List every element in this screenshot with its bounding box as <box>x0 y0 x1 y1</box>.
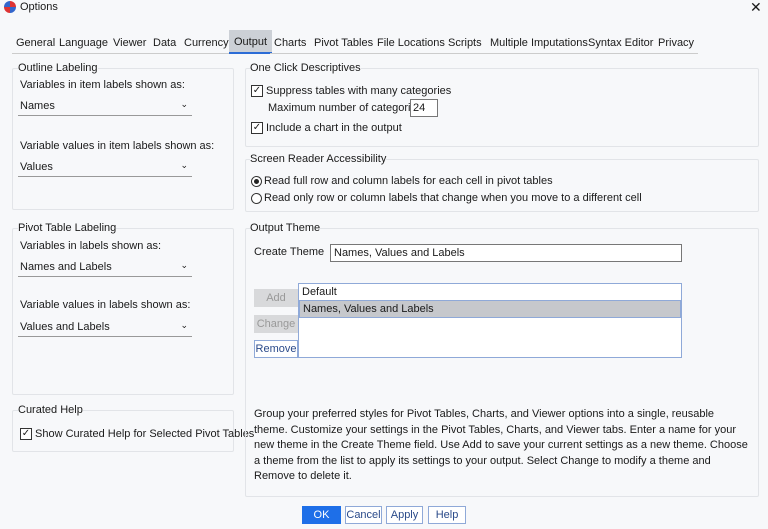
theme-description: Group your preferred styles for Pivot Ta… <box>254 408 748 482</box>
suppress-checkbox[interactable]: ✓ <box>251 85 263 97</box>
curated-help-title: Curated Help <box>18 404 83 416</box>
outline-labeling-title: Outline Labeling <box>18 62 98 74</box>
output-theme-title: Output Theme <box>250 222 321 234</box>
pivot-var-label: Variables in labels shown as: <box>20 240 162 252</box>
tab-data[interactable]: Data <box>149 36 181 54</box>
outline-var-select[interactable]: Names ⌄ <box>18 98 192 116</box>
suppress-label: Suppress tables with many categories <box>266 85 452 97</box>
screen-reader-title: Screen Reader Accessibility <box>250 153 387 165</box>
select-value: Names and Labels <box>20 261 112 273</box>
tab-currency[interactable]: Currency <box>180 36 233 54</box>
close-icon[interactable]: ✕ <box>750 0 762 16</box>
select-value: Names <box>20 100 55 112</box>
change-button[interactable]: Change <box>254 315 298 333</box>
tab-pivot-tables[interactable]: Pivot Tables <box>310 36 378 54</box>
add-button[interactable]: Add <box>254 289 298 307</box>
include-chart-label: Include a chart in the output <box>266 122 402 134</box>
pivot-val-select[interactable]: Values and Labels ⌄ <box>18 319 192 337</box>
help-button[interactable]: Help <box>428 506 466 524</box>
window-title: Options <box>20 1 58 13</box>
pivot-var-select[interactable]: Names and Labels ⌄ <box>18 259 192 277</box>
select-value: Values <box>20 161 53 173</box>
max-categories-input[interactable]: 24 <box>410 99 438 117</box>
pivot-val-label: Variable values in labels shown as: <box>20 299 191 311</box>
include-chart-checkbox[interactable]: ✓ <box>251 122 263 134</box>
tab-charts[interactable]: Charts <box>270 36 311 54</box>
app-icon <box>4 1 16 13</box>
tab-general[interactable]: General <box>12 36 60 54</box>
read-full-label: Read full row and column labels for each… <box>264 175 553 187</box>
read-only-radio[interactable] <box>251 193 262 204</box>
chevron-down-icon: ⌄ <box>180 160 188 170</box>
tab-file-locations[interactable]: File Locations <box>373 36 449 54</box>
outline-var-label: Variables in item labels shown as: <box>20 79 185 91</box>
tab-syntax-editor[interactable]: Syntax Editor <box>584 36 658 54</box>
curated-help-label: Show Curated Help for Selected Pivot Tab… <box>35 428 255 440</box>
create-theme-input[interactable]: Names, Values and Labels <box>330 244 682 262</box>
create-theme-label: Create Theme <box>254 246 325 258</box>
one-click-title: One Click Descriptives <box>250 62 361 74</box>
theme-list-item-selected[interactable]: Names, Values and Labels <box>299 300 681 318</box>
max-categories-label: Maximum number of categories: <box>268 102 426 114</box>
theme-list-item[interactable]: Default <box>299 284 681 300</box>
ok-button[interactable]: OK <box>302 506 341 524</box>
tab-multiple-imputations[interactable]: Multiple Imputations <box>486 36 592 54</box>
remove-button[interactable]: Remove <box>254 340 298 358</box>
tab-output[interactable]: Output <box>229 30 273 54</box>
tab-scripts[interactable]: Scripts <box>444 36 486 54</box>
curated-help-checkbox[interactable]: ✓ <box>20 428 32 440</box>
apply-button[interactable]: Apply <box>386 506 423 524</box>
pivot-labeling-group <box>12 228 234 395</box>
read-only-label: Read only row or column labels that chan… <box>264 192 642 204</box>
outline-val-label: Variable values in item labels shown as: <box>20 140 215 152</box>
chevron-down-icon: ⌄ <box>180 320 188 330</box>
outline-val-select[interactable]: Values ⌄ <box>18 159 192 177</box>
theme-list[interactable]: Default Names, Values and Labels <box>298 283 682 358</box>
chevron-down-icon: ⌄ <box>180 260 188 270</box>
tab-language[interactable]: Language <box>55 36 112 54</box>
pivot-labeling-title: Pivot Table Labeling <box>18 222 117 234</box>
cancel-button[interactable]: Cancel <box>345 506 382 524</box>
select-value: Values and Labels <box>20 321 110 333</box>
tab-privacy[interactable]: Privacy <box>654 36 699 54</box>
chevron-down-icon: ⌄ <box>180 99 188 109</box>
read-full-radio[interactable] <box>251 176 262 187</box>
tab-viewer[interactable]: Viewer <box>109 36 151 54</box>
